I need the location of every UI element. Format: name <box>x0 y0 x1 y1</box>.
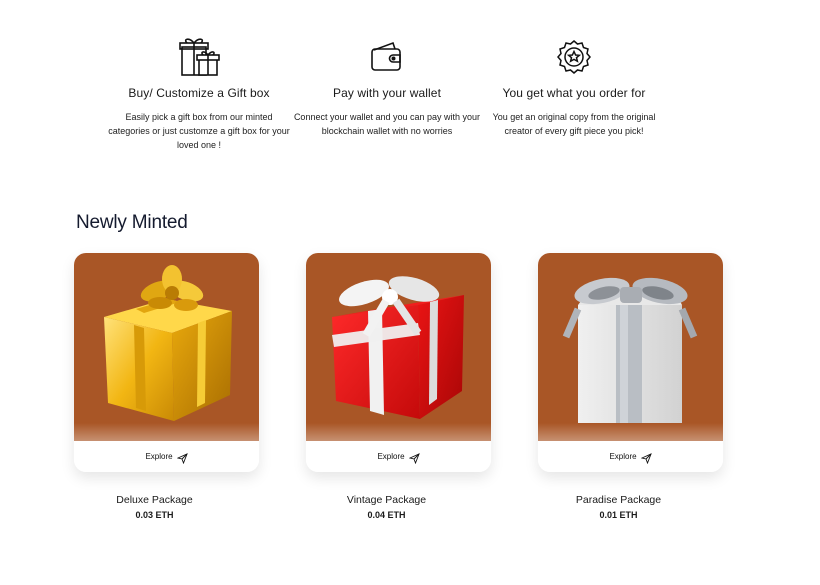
feature-description: Connect your wallet and you can pay with… <box>293 112 481 136</box>
explore-label: Explore <box>609 452 637 461</box>
send-icon <box>176 451 188 465</box>
explore-label: Explore <box>145 452 173 461</box>
explore-button[interactable]: Explore <box>306 441 491 472</box>
product-card-deluxe[interactable]: Explore <box>74 253 259 472</box>
feature-buy-customize: Buy/ Customize a Gift box Easily pick a … <box>104 34 294 152</box>
explore-label: Explore <box>377 452 405 461</box>
explore-button[interactable]: Explore <box>74 441 259 472</box>
product-card-paradise[interactable]: Explore <box>538 253 723 472</box>
feature-description: You get an original copy from the origin… <box>492 112 656 136</box>
feature-title: Pay with your wallet <box>332 86 442 100</box>
product-price: 0.01 ETH <box>599 510 638 520</box>
gift-boxes-icon <box>104 34 294 80</box>
send-icon <box>408 451 420 465</box>
product-image-gold-gift[interactable] <box>74 253 259 441</box>
feature-title: You get what you order for <box>502 86 646 100</box>
feature-get-order: You get what you order for You get an or… <box>479 34 669 138</box>
product-price: 0.04 ETH <box>367 510 406 520</box>
send-icon <box>640 451 652 465</box>
product-name: Deluxe Package <box>116 494 193 506</box>
wallet-icon <box>292 34 482 80</box>
page: Buy/ Customize a Gift box Easily pick a … <box>0 0 820 585</box>
product-name: Vintage Package <box>346 494 427 506</box>
product-image-silver-gift[interactable] <box>538 253 723 441</box>
explore-button[interactable]: Explore <box>538 441 723 472</box>
feature-title: Buy/ Customize a Gift box <box>128 86 270 100</box>
product-price: 0.03 ETH <box>135 510 174 520</box>
badge-star-icon <box>479 34 669 80</box>
product-name: Paradise Package <box>575 494 662 506</box>
feature-pay-wallet: Pay with your wallet Connect your wallet… <box>292 34 482 138</box>
section-title: Newly Minted <box>76 212 188 233</box>
product-card-vintage[interactable]: Explore <box>306 253 491 472</box>
feature-description: Easily pick a gift box from our minted c… <box>108 112 290 150</box>
product-image-red-gift[interactable] <box>306 253 491 441</box>
